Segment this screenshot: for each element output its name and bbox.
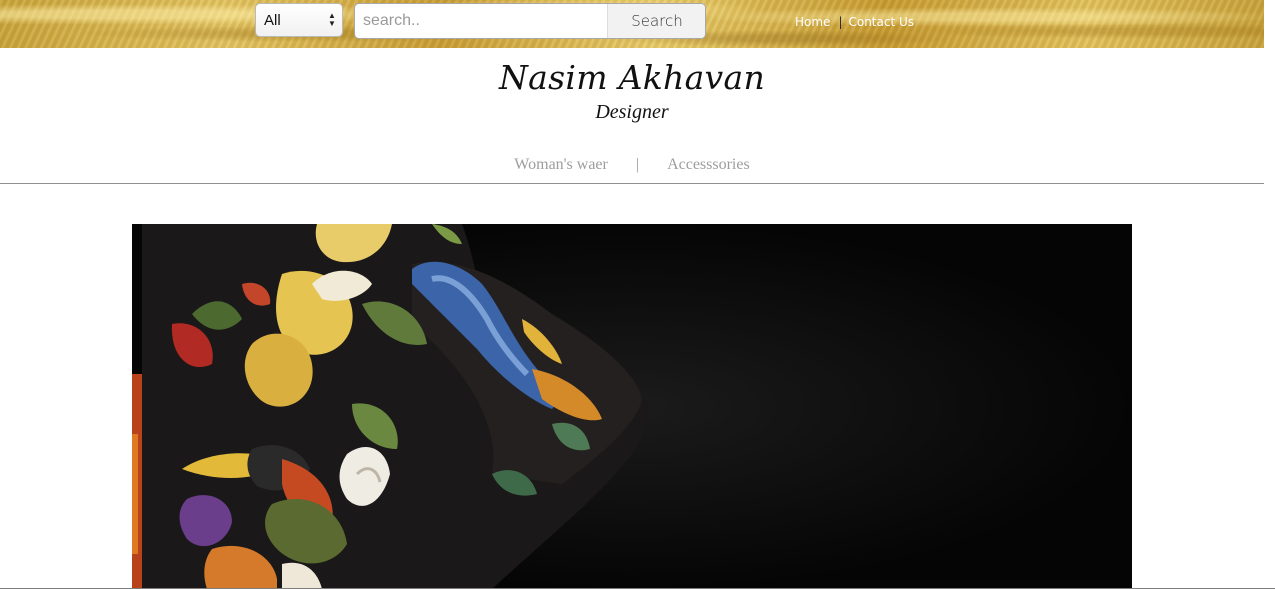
search-box: Search <box>354 3 706 39</box>
brand-name[interactable]: Nasim Akhavan <box>0 58 1264 97</box>
main-nav: Woman's waer | Accesssories <box>0 156 1264 174</box>
scrollbar-gutter <box>1264 0 1275 589</box>
hero-image <box>132 224 1132 589</box>
nav-separator: | <box>635 156 640 173</box>
top-links: Home | Contact Us <box>795 15 914 29</box>
nav-item-accessories[interactable]: Accesssories <box>667 156 750 173</box>
nav-divider <box>0 183 1264 184</box>
search-input[interactable] <box>355 4 607 38</box>
brand-subtitle: Designer <box>595 101 669 123</box>
nav-item-womans-wear[interactable]: Woman's waer <box>514 156 608 173</box>
select-arrows-icon: ▲ ▼ <box>328 11 336 28</box>
category-select[interactable]: All ▲ ▼ <box>255 3 343 37</box>
search-button[interactable]: Search <box>607 4 705 38</box>
contact-us-link[interactable]: Contact Us <box>848 15 914 29</box>
top-links-separator: | <box>838 15 843 29</box>
home-link[interactable]: Home <box>795 15 830 29</box>
category-select-value: All <box>264 12 281 29</box>
floral-jacket-photo-icon <box>132 224 1132 589</box>
